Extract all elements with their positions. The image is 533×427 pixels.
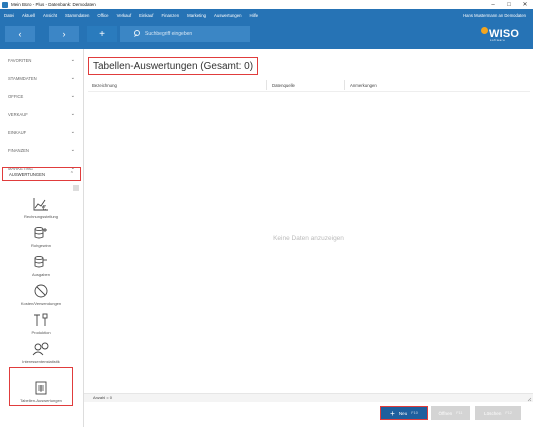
chevron-down-icon: ⌄	[70, 57, 75, 63]
menu-hilfe[interactable]: Hilfe	[246, 13, 263, 18]
open-button[interactable]: Öffnen F11	[431, 406, 470, 420]
database-minus-icon	[34, 255, 47, 268]
search-input[interactable]: Suchbegriff eingeben	[120, 26, 250, 42]
menu-finanzen[interactable]: Finanzen	[157, 13, 183, 18]
sidebar-section-office[interactable]: OFFICE ⌄	[2, 89, 81, 103]
chevron-down-icon: ⌄	[70, 111, 75, 117]
status-footer: Anzahl = 0	[84, 393, 533, 402]
open-button-label: Öffnen	[438, 410, 453, 416]
wiso-logo: WISO software	[481, 27, 519, 42]
empty-state-text: Keine Daten anzuzeigen	[273, 235, 344, 242]
delete-button[interactable]: Löschen F12	[475, 406, 521, 420]
sidebar-section-stammdaten[interactable]: STAMMDATEN ⌄	[2, 71, 81, 85]
column-header-anmerkungen[interactable]: Anmerkungen	[350, 83, 377, 88]
no-sign-icon	[34, 284, 48, 298]
sidebar-item-label: Interessentenstatistik	[22, 359, 60, 364]
window-controls: – □ ✕	[485, 0, 533, 9]
sidebar-section-label: FINANZEN	[8, 147, 29, 153]
main-panel: Tabellen-Auswertungen (Gesamt: 0) Bezeic…	[84, 49, 533, 427]
header-divider	[88, 91, 530, 92]
sidebar-section-einkauf[interactable]: EINKAUF ⌄	[2, 125, 81, 139]
open-button-shortcut: F11	[456, 411, 463, 415]
logo-sub: software	[490, 38, 506, 42]
new-button-shortcut: F10	[411, 411, 418, 415]
delete-button-shortcut: F12	[505, 411, 512, 415]
sidebar-section-auswertungen[interactable]: AUSWERTUNGEN ⌃	[2, 167, 81, 181]
menu-datei[interactable]: Datei	[0, 13, 18, 18]
maximize-button[interactable]: □	[501, 0, 517, 9]
toolbar: ‹ › + Suchbegriff eingeben WISO software	[0, 21, 533, 49]
sidebar-item-interessentenstatistik[interactable]: Interessentenstatistik	[2, 333, 80, 366]
sidebar-section-favoriten[interactable]: FAVORITEN ⌄	[2, 53, 81, 67]
add-button[interactable]: +	[87, 26, 117, 42]
sidebar-section-label: EINKAUF	[8, 129, 27, 135]
column-divider[interactable]	[266, 80, 267, 90]
table-document-icon	[35, 381, 47, 395]
close-button[interactable]: ✕	[517, 0, 533, 9]
menu-stammdaten[interactable]: Stammdaten	[61, 13, 93, 18]
sidebar-section-verkauf[interactable]: VERKAUF ⌄	[2, 107, 81, 121]
chart-euro-icon: €	[33, 198, 48, 211]
menu-bar: Datei Aktuell Ansicht Stammdaten Office …	[0, 9, 533, 21]
chevron-down-icon: ⌄	[70, 147, 75, 153]
tools-icon	[34, 313, 48, 326]
plus-icon: +	[390, 408, 395, 418]
chevron-up-icon: ⌃	[69, 171, 74, 177]
row-count: Anzahl = 0	[93, 395, 113, 400]
resize-grip-icon[interactable]	[527, 393, 532, 402]
logo-accent-icon	[481, 27, 488, 34]
sidebar-item-tabellen-auswertungen[interactable]: Tabellen-Auswertungen	[9, 367, 73, 406]
sidebar-section-label: FAVORITEN	[8, 57, 32, 63]
chevron-down-icon: ⌄	[70, 93, 75, 99]
chevron-down-icon: ⌄	[70, 75, 75, 81]
menu-verkauf[interactable]: Verkauf	[113, 13, 136, 18]
menu-office[interactable]: Office	[93, 13, 112, 18]
window-title: Mein Büro - Plus - Datenbank: Demodaten	[11, 2, 96, 7]
page-title: Tabellen-Auswertungen (Gesamt: 0)	[88, 57, 259, 75]
menu-ansicht[interactable]: Ansicht	[39, 13, 61, 18]
back-button[interactable]: ‹	[5, 26, 35, 42]
minimize-button[interactable]: –	[485, 0, 501, 9]
sidebar-section-label: AUSWERTUNGEN	[9, 171, 45, 177]
sidebar-section-label: OFFICE	[8, 93, 24, 99]
menu-aktuell[interactable]: Aktuell	[18, 13, 39, 18]
sidebar-section-label: VERKAUF	[8, 111, 28, 117]
search-icon	[133, 30, 141, 38]
chevron-down-icon: ⌄	[70, 129, 75, 135]
user-label[interactable]: Hans Mustermann an Demodaten	[463, 13, 526, 18]
new-button-label: Neu	[398, 410, 408, 416]
new-button[interactable]: + Neu F10	[380, 406, 428, 420]
sidebar-section-label: STAMMDATEN	[8, 75, 37, 81]
column-header-datenquelle[interactable]: Datenquelle	[272, 83, 295, 88]
menu-marketing[interactable]: Marketing	[183, 13, 210, 18]
menu-einkauf[interactable]: Einkauf	[135, 13, 157, 18]
people-icon	[32, 342, 49, 356]
column-divider[interactable]	[344, 80, 345, 90]
database-plus-icon	[34, 226, 47, 239]
forward-button[interactable]: ›	[49, 26, 79, 42]
svg-text:€: €	[42, 204, 46, 211]
app-icon	[2, 1, 8, 8]
column-header-bezeichnung[interactable]: Bezeichnung	[92, 83, 117, 88]
window-titlebar: Mein Büro - Plus - Datenbank: Demodaten …	[0, 0, 533, 9]
delete-button-label: Löschen	[484, 410, 502, 416]
menu-auswertungen[interactable]: Auswertungen	[210, 13, 245, 18]
sidebar-section-finanzen[interactable]: FINANZEN ⌄	[2, 143, 81, 157]
sidebar-item-label: Tabellen-Auswertungen	[20, 398, 62, 403]
sidebar: FAVORITEN ⌄ STAMMDATEN ⌄ OFFICE ⌄ VERKAU…	[0, 49, 84, 427]
search-placeholder: Suchbegriff eingeben	[145, 31, 193, 37]
